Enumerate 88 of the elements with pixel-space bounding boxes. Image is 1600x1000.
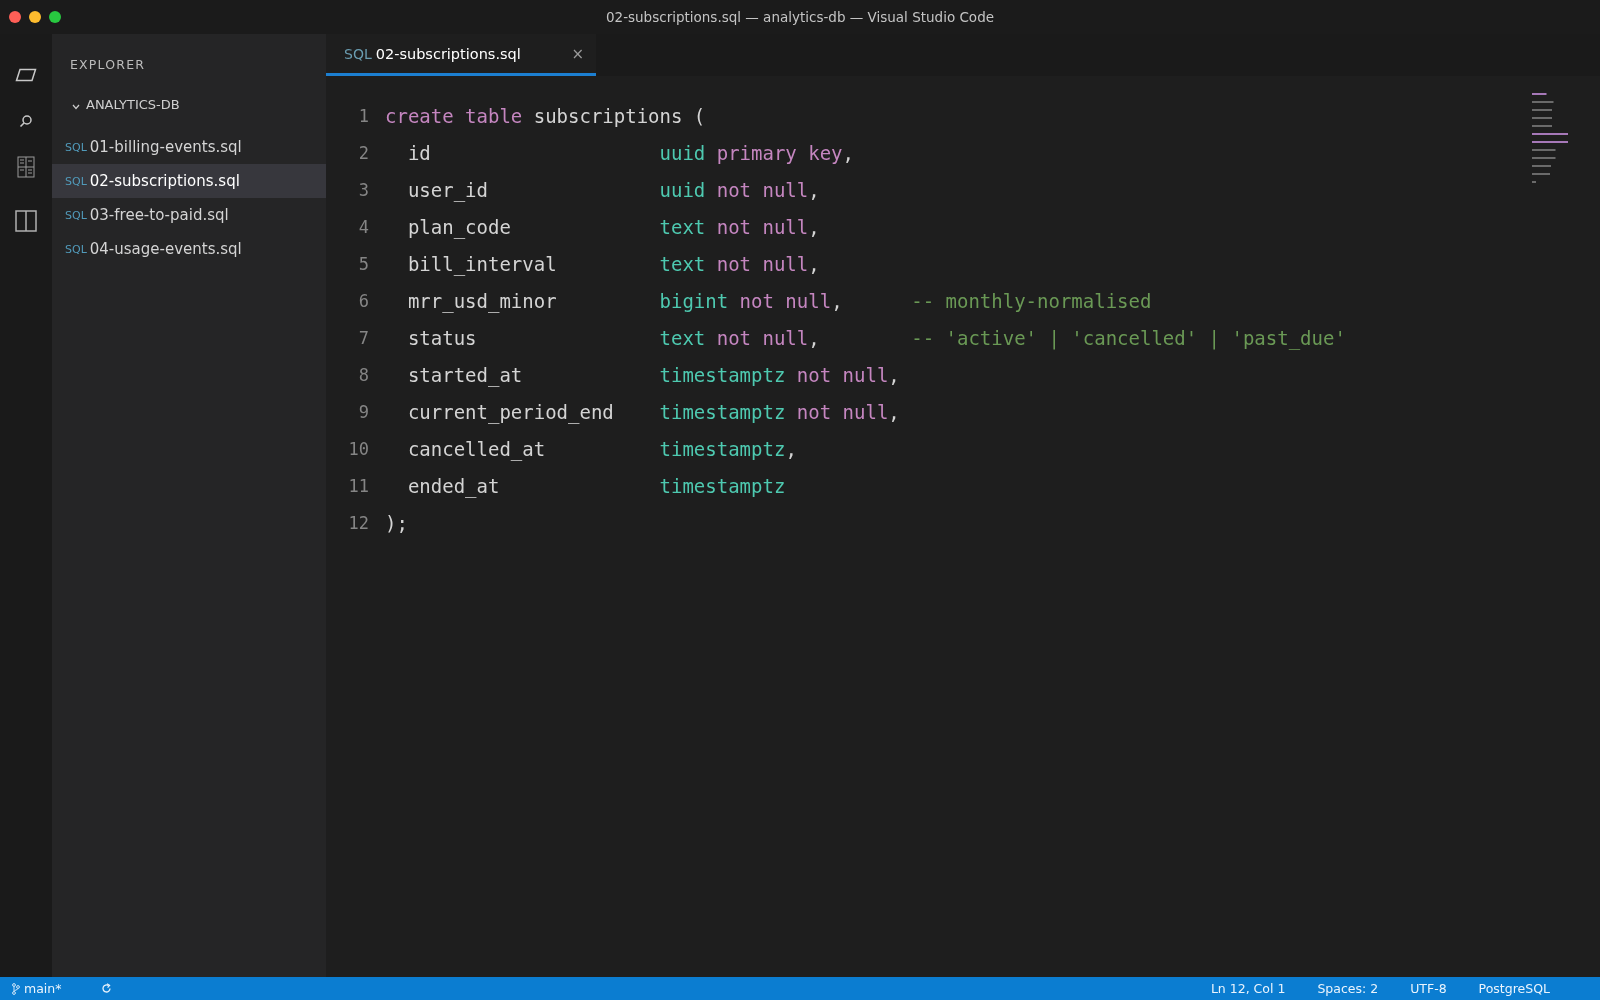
branch-indicator[interactable]: main*	[12, 981, 62, 996]
sync-icon[interactable]	[101, 983, 113, 994]
line-number: 11	[347, 475, 369, 498]
column-name: started_at	[407, 363, 524, 389]
branch-icon	[12, 982, 20, 995]
code-punctuation: ,	[808, 252, 820, 277]
branch-name: main*	[24, 981, 62, 996]
folder-name: ANALYTICS-DB	[86, 97, 180, 112]
code-comment: -- monthly-normalised	[911, 289, 1152, 314]
code-comment: -- 'active' | 'cancelled' | 'past_due'	[911, 326, 1346, 352]
code-keyword: not null	[716, 215, 809, 240]
file-name: 01-billing-events.sql	[89, 138, 242, 156]
line-number: 1	[357, 105, 369, 128]
file-type-label: SQL	[344, 45, 372, 62]
line-number: 7	[357, 327, 369, 350]
line-number: 10	[347, 438, 369, 461]
code-text: );	[385, 511, 408, 536]
code-punctuation: ,	[888, 400, 900, 425]
line-number: 12	[347, 512, 369, 535]
code-keyword: not null	[739, 289, 832, 314]
code-keyword: not null	[716, 252, 809, 277]
code-keyword: not null	[796, 400, 889, 425]
column-name: cancelled_at	[407, 437, 547, 463]
file-name: 02-subscriptions.sql	[89, 172, 240, 190]
file-item[interactable]: SQL 01-billing-events.sql	[52, 130, 326, 164]
code-type: timestamptz	[659, 400, 786, 425]
code-type: timestamptz	[659, 474, 786, 499]
window-title: 02-subscriptions.sql — analytics-db — Visual Studio Code	[605, 9, 994, 25]
files-icon[interactable]	[15, 68, 37, 82]
split-editor-icon[interactable]	[15, 210, 37, 232]
column-name: plan_code	[407, 215, 512, 241]
code-punctuation: ,	[785, 437, 797, 462]
file-name: 03-free-to-paid.sql	[89, 206, 229, 224]
grid-icon[interactable]	[17, 156, 35, 178]
code-text: subscriptions (	[533, 104, 706, 129]
close-button[interactable]	[9, 11, 21, 23]
code-type: timestamptz	[659, 437, 786, 462]
file-type-label: SQL	[65, 140, 87, 154]
code-keyword: create table	[385, 104, 523, 129]
code-keyword: not null	[716, 326, 809, 351]
sidebar-title: EXPLORER	[69, 56, 146, 74]
editor-tab[interactable]: SQL 02-subscriptions.sql ×	[326, 34, 596, 76]
column-name: user_id	[407, 178, 489, 204]
code-type: text	[659, 215, 706, 240]
code-punctuation: ,	[831, 289, 843, 314]
tab-label: 02-subscriptions.sql	[375, 45, 522, 62]
code-type: uuid	[659, 178, 706, 203]
file-type-label: SQL	[65, 242, 87, 256]
close-tab-button[interactable]: ×	[571, 44, 584, 63]
file-type-label: SQL	[65, 208, 87, 222]
column-name: ended_at	[407, 474, 501, 500]
code-type: timestamptz	[659, 363, 786, 388]
column-name: bill_interval	[407, 252, 558, 278]
line-number: 9	[357, 401, 369, 424]
code-type: text	[659, 252, 706, 277]
code-punctuation: ,	[842, 141, 855, 166]
cursor-position[interactable]: Ln 12, Col 1	[1210, 981, 1286, 996]
encoding-setting[interactable]: UTF-8	[1410, 981, 1447, 996]
line-number: 6	[357, 290, 369, 313]
language-mode[interactable]: PostgreSQL	[1478, 981, 1550, 996]
code-keyword: not null	[716, 178, 809, 203]
code-type: bigint	[659, 289, 729, 314]
code-keyword: not null	[796, 363, 889, 388]
file-item[interactable]: SQL 03-free-to-paid.sql	[52, 198, 326, 232]
column-name: status	[407, 326, 478, 351]
file-item[interactable]: SQL 02-subscriptions.sql	[52, 164, 326, 198]
column-name: current_period_end	[407, 400, 615, 426]
line-number: 5	[357, 253, 369, 276]
column-name: mrr_usd_minor	[407, 289, 558, 315]
line-number: 4	[357, 216, 369, 239]
line-number: 8	[357, 364, 369, 387]
column-name: id	[407, 141, 432, 166]
code-punctuation: ,	[888, 363, 900, 388]
zoom-button[interactable]	[49, 11, 61, 23]
code-punctuation: ,	[808, 215, 820, 240]
code-type: uuid	[659, 141, 706, 166]
line-number: 2	[357, 142, 369, 165]
indentation-setting[interactable]: Spaces: 2	[1317, 981, 1379, 996]
minimize-button[interactable]	[29, 11, 41, 23]
line-number: 3	[357, 179, 369, 202]
code-punctuation: ,	[808, 326, 820, 351]
file-type-label: SQL	[65, 174, 87, 188]
code-type: text	[659, 326, 706, 351]
file-item[interactable]: SQL 04-usage-events.sql	[52, 232, 326, 266]
search-icon[interactable]	[19, 114, 33, 128]
file-name: 04-usage-events.sql	[89, 240, 242, 258]
code-keyword: primary key	[716, 141, 843, 166]
code-punctuation: ,	[808, 178, 820, 203]
